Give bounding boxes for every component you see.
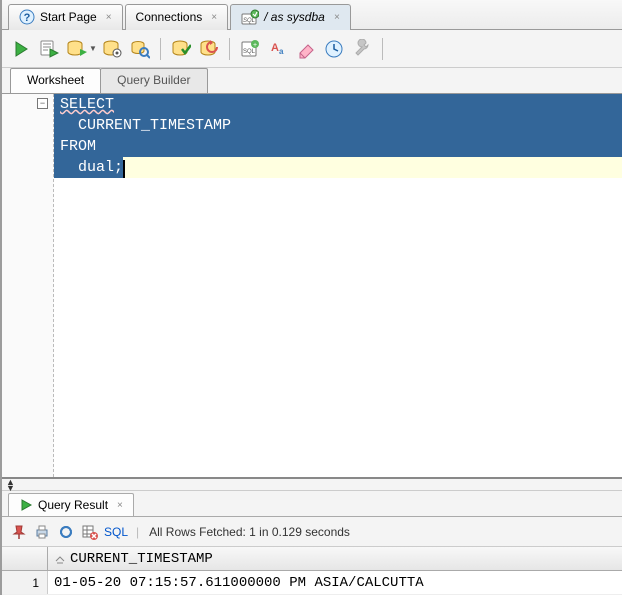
svg-text:+: + — [253, 42, 257, 49]
sql-keyword: SELECT — [60, 96, 114, 113]
commit-button[interactable] — [168, 36, 194, 62]
worksheet-toolbar: ▼ SQL+ Aa — [2, 30, 622, 68]
tab-connections[interactable]: Connections × — [125, 4, 229, 30]
autotrace-button[interactable] — [99, 36, 125, 62]
table-row[interactable]: 1 01-05-20 07:15:57.611000000 PM ASIA/CA… — [2, 571, 622, 595]
delete-button[interactable] — [80, 522, 100, 542]
play-icon — [12, 40, 30, 58]
result-grid: CURRENT_TIMESTAMP 1 01-05-20 07:15:57.61… — [2, 547, 622, 595]
result-toolbar: SQL | All Rows Fetched: 1 in 0.129 secon… — [2, 517, 622, 547]
close-icon[interactable]: × — [117, 500, 123, 511]
db-undo-icon — [199, 39, 219, 59]
tab-label: / as sysdba — [264, 10, 325, 24]
tab-query-builder[interactable]: Query Builder — [100, 68, 207, 93]
grid-header: CURRENT_TIMESTAMP — [2, 547, 622, 571]
case-aa-icon: Aa — [268, 39, 288, 59]
column-header[interactable]: CURRENT_TIMESTAMP — [48, 551, 622, 567]
clear-button[interactable] — [293, 36, 319, 62]
toolbar-separator — [229, 38, 230, 60]
chevron-down-icon[interactable]: ▼ — [89, 44, 97, 53]
wrench-icon — [352, 39, 372, 59]
splitter-handle[interactable]: ▲▼ — [2, 479, 622, 491]
sql-line: CURRENT_TIMESTAMP — [54, 115, 622, 136]
explain-plan-button[interactable] — [64, 36, 90, 62]
result-tabs: Query Result × — [2, 491, 622, 517]
pin-icon — [10, 524, 26, 540]
editor-gutter: − — [2, 94, 54, 477]
rollback-button[interactable] — [196, 36, 222, 62]
sql-worksheet-icon: SQL — [241, 9, 259, 25]
sql-history-button[interactable] — [321, 36, 347, 62]
grid-delete-icon — [82, 524, 98, 540]
row-number: 1 — [2, 571, 48, 594]
pin-button[interactable] — [8, 522, 28, 542]
tab-start-page[interactable]: ? Start Page × — [8, 4, 123, 30]
close-icon[interactable]: × — [211, 12, 217, 23]
svg-text:a: a — [279, 47, 284, 56]
tool-button[interactable] — [349, 36, 375, 62]
column-name: CURRENT_TIMESTAMP — [70, 551, 213, 567]
db-check-icon — [171, 39, 191, 59]
run-statement-button[interactable] — [8, 36, 34, 62]
svg-text:SQL: SQL — [243, 49, 256, 55]
play-icon — [19, 498, 33, 512]
sql-editor[interactable]: − SELECT CURRENT_TIMESTAMP FROM dual; — [2, 94, 622, 479]
print-button[interactable] — [32, 522, 52, 542]
worksheet-tabs: Worksheet Query Builder — [2, 68, 622, 94]
help-icon: ? — [19, 9, 35, 25]
toolbar-separator — [160, 38, 161, 60]
rownum-header — [2, 547, 48, 570]
run-script-button[interactable] — [36, 36, 62, 62]
sql-link[interactable]: SQL — [104, 525, 128, 539]
toolbar-separator: | — [136, 525, 139, 539]
sql-line: dual; — [60, 157, 123, 178]
refresh-button[interactable] — [56, 522, 76, 542]
sql-keyword: FROM — [54, 136, 622, 157]
sql-sheet-icon: SQL+ — [240, 39, 260, 59]
fetch-status-text: All Rows Fetched: 1 in 0.129 seconds — [149, 525, 350, 539]
cell-value[interactable]: 01-05-20 07:15:57.611000000 PM ASIA/CALC… — [48, 575, 622, 591]
svg-text:SQL: SQL — [243, 18, 255, 24]
refresh-icon — [58, 524, 74, 540]
close-icon[interactable]: × — [106, 12, 112, 23]
db-magnify-icon — [130, 39, 150, 59]
code-area[interactable]: SELECT CURRENT_TIMESTAMP FROM dual; — [54, 94, 622, 477]
svg-text:A: A — [271, 42, 279, 54]
close-icon[interactable]: × — [334, 12, 340, 23]
db-trace-icon — [102, 39, 122, 59]
svg-text:?: ? — [24, 12, 31, 24]
sql-tuning-button[interactable] — [127, 36, 153, 62]
fold-handle-icon[interactable]: − — [37, 98, 48, 109]
eraser-icon — [296, 39, 316, 59]
unshared-sql-button[interactable]: SQL+ — [237, 36, 263, 62]
splitter-arrows-icon: ▲▼ — [6, 479, 15, 491]
clock-icon — [324, 39, 344, 59]
tab-query-result[interactable]: Query Result × — [8, 493, 134, 516]
tab-label: Start Page — [40, 10, 97, 24]
tab-worksheet[interactable]: Worksheet — [10, 68, 101, 93]
text-cursor — [123, 160, 125, 178]
column-sort-icon — [54, 553, 66, 565]
to-uppercase-button[interactable]: Aa — [265, 36, 291, 62]
toolbar-separator — [382, 38, 383, 60]
printer-icon — [34, 524, 50, 540]
tab-session[interactable]: SQL / as sysdba × — [230, 4, 351, 30]
script-play-icon — [39, 39, 59, 59]
tab-label: Query Result — [38, 498, 108, 512]
tab-label: Connections — [136, 10, 203, 24]
document-tabs: ? Start Page × Connections × SQL / as sy… — [2, 0, 622, 30]
db-plan-icon — [66, 39, 88, 59]
